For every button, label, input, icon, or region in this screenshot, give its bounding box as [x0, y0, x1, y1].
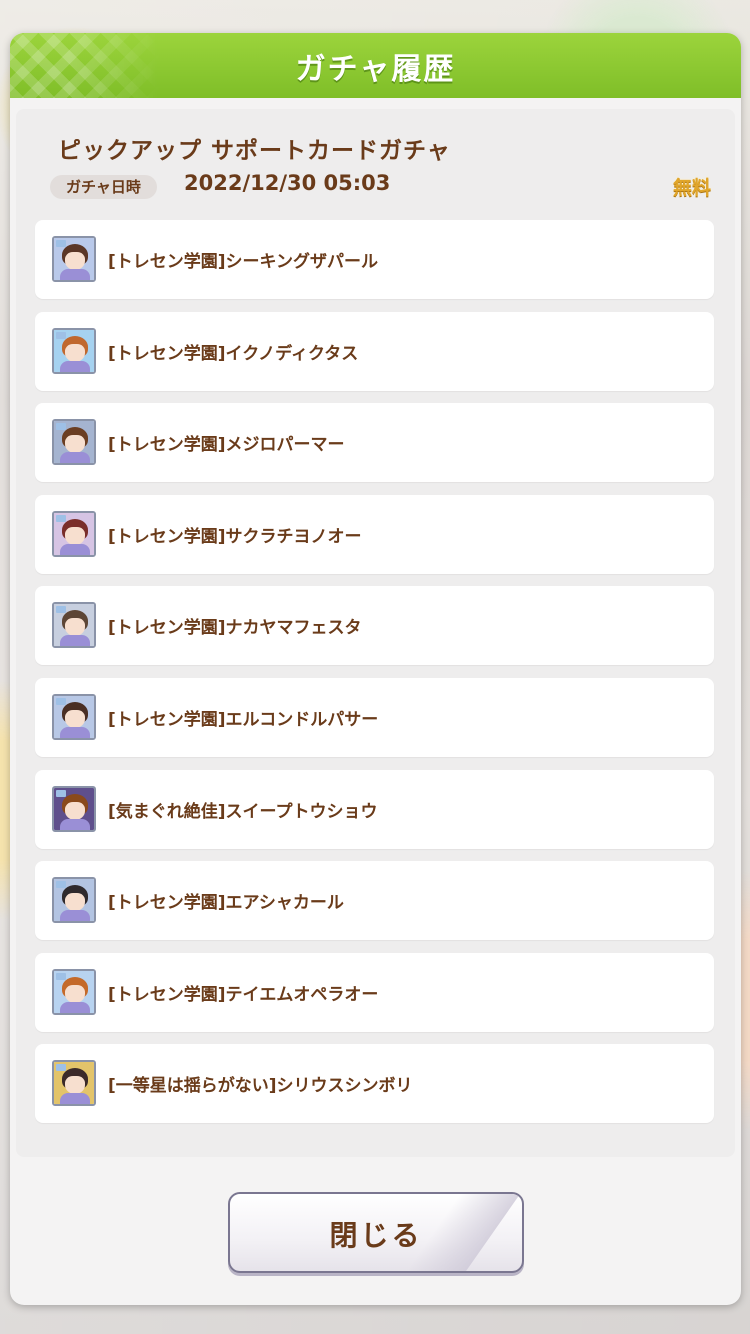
- list-item[interactable]: [一等星は揺らがない]シリウスシンボリ: [35, 1044, 714, 1123]
- list-item[interactable]: [気まぐれ絶佳]スイープトウショウ: [35, 770, 714, 849]
- list-item-label: [トレセン学園]シーキングザパール: [108, 252, 379, 272]
- date-value: 2022/12/30 05:03: [184, 171, 391, 195]
- list-item-label: [トレセン学園]ナカヤマフェスタ: [108, 618, 362, 638]
- list-item-label: [一等星は揺らがない]シリウスシンボリ: [108, 1076, 413, 1096]
- list-item[interactable]: [トレセン学園]イクノディクタス: [35, 312, 714, 391]
- cost-label: 無料: [672, 177, 711, 199]
- dialog-title: ガチャ履歴: [295, 51, 456, 87]
- history-panel: ピックアップ サポートカードガチャ ガチャ日時 2022/12/30 05:03…: [16, 109, 735, 1157]
- list-item-label: [トレセン学園]サクラチヨノオー: [108, 527, 362, 547]
- list-item[interactable]: [トレセン学園]エアシャカール: [35, 861, 714, 940]
- list-item[interactable]: [トレセン学園]テイエムオペラオー: [35, 953, 714, 1032]
- character-card-icon: [52, 786, 96, 832]
- dialog-header: ガチャ履歴: [10, 33, 741, 98]
- list-item[interactable]: [トレセン学園]ナカヤマフェスタ: [35, 586, 714, 665]
- close-button[interactable]: 閉じる: [228, 1192, 524, 1273]
- close-button-label: 閉じる: [329, 1219, 423, 1252]
- character-card-icon: [52, 419, 96, 465]
- character-card-icon: [52, 236, 96, 282]
- character-card-icon: [52, 511, 96, 557]
- list-item-label: [トレセン学園]エルコンドルパサー: [108, 710, 379, 730]
- character-card-icon: [52, 969, 96, 1015]
- list-item[interactable]: [トレセン学園]シーキングザパール: [35, 220, 714, 299]
- banner-title: ピックアップ サポートカードガチャ: [58, 138, 451, 164]
- list-item[interactable]: [トレセン学園]メジロパーマー: [35, 403, 714, 482]
- list-item[interactable]: [トレセン学園]エルコンドルパサー: [35, 678, 714, 757]
- list-item[interactable]: [トレセン学園]サクラチヨノオー: [35, 495, 714, 574]
- character-card-icon: [52, 602, 96, 648]
- list-item-label: [トレセン学園]テイエムオペラオー: [108, 985, 379, 1005]
- list-item-label: [トレセン学園]エアシャカール: [108, 893, 344, 913]
- character-card-icon: [52, 1060, 96, 1106]
- list-item-label: [トレセン学園]メジロパーマー: [108, 435, 345, 455]
- date-tag: ガチャ日時: [50, 175, 157, 199]
- list-item-label: [気まぐれ絶佳]スイープトウショウ: [108, 802, 378, 822]
- character-card-icon: [52, 328, 96, 374]
- list-item-label: [トレセン学園]イクノディクタス: [108, 344, 359, 364]
- gacha-history-dialog: ガチャ履歴 ピックアップ サポートカードガチャ ガチャ日時 2022/12/30…: [10, 33, 741, 1305]
- character-card-icon: [52, 877, 96, 923]
- character-card-icon: [52, 694, 96, 740]
